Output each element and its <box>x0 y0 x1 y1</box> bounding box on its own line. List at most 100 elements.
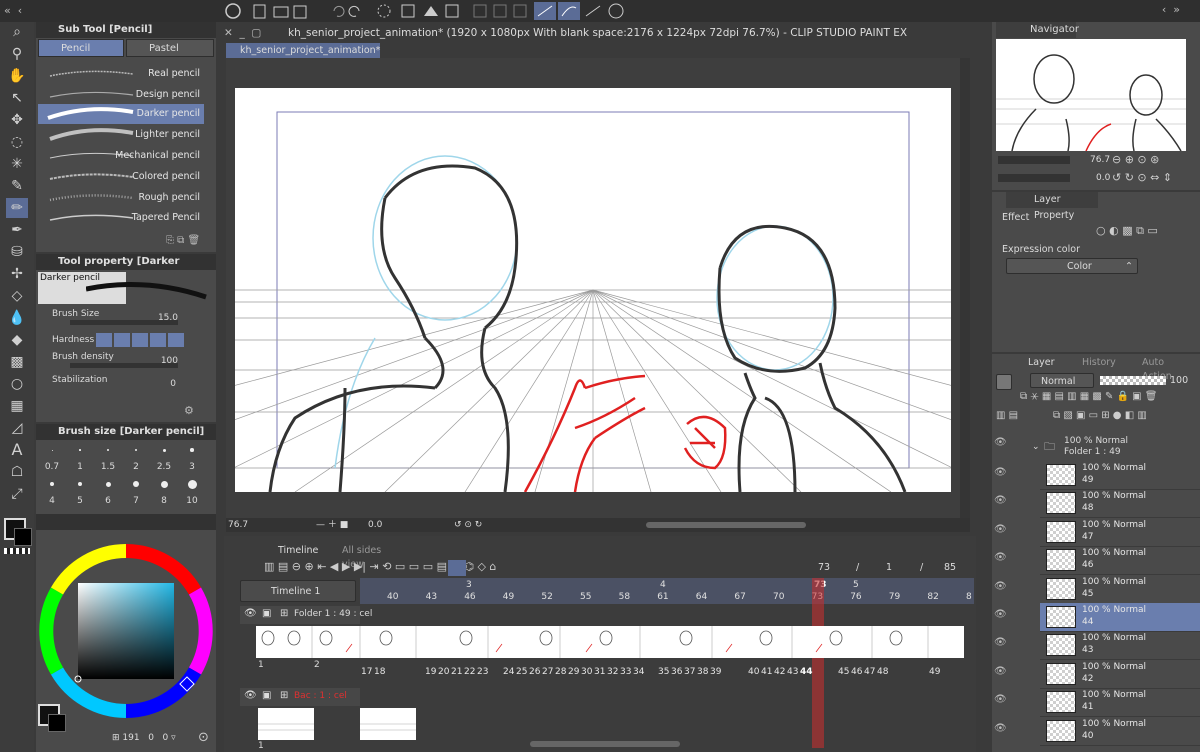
tab-layer-property[interactable]: Layer Property <box>1006 192 1098 221</box>
balloon-icon[interactable]: ☖ <box>6 462 28 482</box>
end-frame[interactable]: 85 <box>944 562 956 573</box>
brush-size-option[interactable]: 0.7 <box>38 442 66 476</box>
help-icon[interactable]: ⊙ <box>198 730 209 745</box>
opacity-value[interactable]: 100 <box>1170 375 1188 386</box>
tab-pastel[interactable]: Pastel <box>126 39 214 57</box>
layer-color-button[interactable] <box>996 374 1012 390</box>
layer-row[interactable]: 100 % Normal 44 <box>1040 603 1200 632</box>
rotate-controls[interactable]: ↺ ⊙ ↻ <box>454 518 482 532</box>
effect-buttons[interactable]: ○ ◐ ▩ ⧉ ▭ <box>1096 224 1186 240</box>
stabilization-value[interactable]: 0 <box>160 379 176 389</box>
layer-tabs[interactable]: Layer History Auto Action <box>1010 356 1190 382</box>
loop-button[interactable] <box>448 560 466 576</box>
brush-size-option[interactable]: 7 <box>122 476 150 510</box>
window-controls[interactable]: ✕ _ ▢ <box>224 27 261 39</box>
navigator-rotate-controls[interactable]: ↺ ↻ ⊙ ⇔ ⇕ <box>1112 171 1172 184</box>
track1-cels[interactable] <box>256 626 964 658</box>
track2-eye-icon[interactable]: 👁 <box>244 690 257 701</box>
folder-row[interactable]: ⌄ 🗀 100 % Normal Folder 1 : 49 <box>1028 436 1200 460</box>
magic-wand-icon[interactable]: ✳ <box>6 154 28 174</box>
layer-eye-icon[interactable]: 👁 <box>994 524 1010 538</box>
lasso-tool-icon[interactable]: ◌ <box>6 132 28 152</box>
figure-icon[interactable]: ○ <box>6 374 28 394</box>
tab-history[interactable]: History <box>1082 356 1116 370</box>
brush-size-value[interactable]: 15.0 <box>152 313 178 323</box>
tab-pencil[interactable]: Pencil <box>38 39 124 57</box>
brush-size-option[interactable]: 8 <box>150 476 178 510</box>
tab-timeline[interactable]: Timeline <box>278 544 318 558</box>
brush-darker-pencil[interactable]: Darker pencil <box>38 104 204 124</box>
command-bar-icons[interactable] <box>224 2 654 20</box>
navigator-zoom-slider[interactable] <box>998 156 1070 164</box>
navigator-preview[interactable] <box>996 39 1186 151</box>
layer-row[interactable]: 100 % Normal 45 <box>1040 575 1200 604</box>
brush-lighter-pencil[interactable]: Lighter pencil <box>38 125 204 145</box>
zoom-controls[interactable]: — ＋ ■ <box>316 518 348 532</box>
brush-design-pencil[interactable]: Design pencil <box>38 85 204 105</box>
canvas-tab[interactable]: kh_senior_project_animation* <box>226 43 380 58</box>
move-tool-icon[interactable]: ✥ <box>6 110 28 130</box>
layer-eye-icon[interactable]: 👁 <box>994 694 1010 708</box>
layer-toolbar-row2[interactable]: ▥ ▤ ⧉ ▧ ▣ ▭ ⊞ ● ◧ ▥ <box>996 410 1196 424</box>
sub-color-swatch[interactable] <box>14 528 32 546</box>
track1-eye-icon[interactable]: 👁 <box>244 608 257 619</box>
track2-cel-a[interactable] <box>258 708 314 740</box>
text-tool-icon[interactable]: A <box>6 440 28 460</box>
hand-tool-icon[interactable]: ✋ <box>6 66 28 86</box>
layer-eye-icon[interactable]: 👁 <box>994 467 1010 481</box>
brush-size-option[interactable]: 5 <box>66 476 94 510</box>
section-marker[interactable]: 3 <box>466 580 472 590</box>
fill-icon[interactable]: ◆ <box>6 330 28 350</box>
canvas-hscroll[interactable] <box>646 522 806 528</box>
section-marker[interactable]: 4 <box>660 580 666 590</box>
track2-plus-icon[interactable]: ⊞ <box>280 690 288 701</box>
layer-eye-icon[interactable]: 👁 <box>994 495 1010 509</box>
hardness-selector[interactable] <box>96 333 184 347</box>
layer-row[interactable]: 100 % Normal 49 <box>1040 461 1200 490</box>
tab-layer[interactable]: Layer <box>1028 356 1055 370</box>
brush-size-option[interactable]: 4 <box>38 476 66 510</box>
collapse-right-button[interactable]: ‹ » <box>1000 3 1180 19</box>
start-frame[interactable]: 1 <box>886 562 892 573</box>
track1-header[interactable]: 👁 ▣ ⊞ Folder 1 : 49 : cel <box>240 606 372 624</box>
layer-eye-icon[interactable]: 👁 <box>994 637 1010 651</box>
playhead[interactable] <box>812 578 824 748</box>
tab-navigator[interactable]: Navigator <box>996 22 1079 38</box>
sub-tool-footer-icons[interactable]: ⎘ ⧉ 🗑 <box>166 235 214 249</box>
brush-tapered-pencil[interactable]: Tapered Pencil <box>38 208 204 228</box>
navigator-zoom-value[interactable]: 76.7 <box>1090 155 1110 165</box>
brush-density-value[interactable]: 100 <box>152 356 178 366</box>
layer-eye-icon[interactable]: 👁 <box>994 552 1010 566</box>
status-rotation[interactable]: 0.0 <box>368 518 382 532</box>
ruler-icon[interactable]: ◿ <box>6 418 28 438</box>
eyedropper-icon[interactable]: ✎ <box>6 176 28 196</box>
canvas-vscroll[interactable] <box>960 58 970 518</box>
navigator-zoom-controls[interactable]: ⊖ ⊕ ⊙ ⊛ <box>1112 153 1159 166</box>
track2-header[interactable]: 👁 ▣ ⊞ Bac : 1 : cel <box>240 688 360 706</box>
layer-row[interactable]: 100 % Normal 43 <box>1040 631 1200 661</box>
brush-size-option[interactable]: 3 <box>178 442 206 476</box>
pencil-tool-icon[interactable]: ✏ <box>6 198 28 218</box>
zoom-tool-icon[interactable]: ⚲ <box>6 44 28 64</box>
layer-eye-icon[interactable]: 👁 <box>994 666 1010 680</box>
section-marker[interactable]: 5 <box>853 580 859 590</box>
folder-eye-icon[interactable]: 👁 <box>994 437 1010 451</box>
brush-real-pencil[interactable]: Real pencil <box>38 64 204 84</box>
timeline-name-select[interactable]: Timeline 1 <box>240 580 356 602</box>
layer-eye-icon[interactable]: 👁 <box>994 723 1010 737</box>
frame-icon[interactable]: ▦ <box>6 396 28 416</box>
layer-toolbar-row1[interactable]: ⧉ ⚹ ▦ ▤ ▥ ▦ ▩ ✎ 🔒 ▣ 🗑 <box>1020 391 1196 405</box>
layer-eye-icon[interactable]: 👁 <box>994 581 1010 595</box>
transparent-color-swatch[interactable] <box>4 548 30 554</box>
current-frame[interactable]: 73 <box>818 562 830 573</box>
layer-row[interactable]: 100 % Normal 41 <box>1040 688 1200 718</box>
brush-size-option[interactable]: 2.5 <box>150 442 178 476</box>
brush-size-option[interactable]: 6 <box>94 476 122 510</box>
folder-expand-icon[interactable]: ⌄ <box>1032 442 1040 452</box>
status-zoom[interactable]: 76.7 <box>228 518 248 532</box>
drawing-canvas[interactable] <box>235 88 951 492</box>
layer-eye-icon[interactable]: 👁 <box>994 609 1010 623</box>
decoration-icon[interactable]: ✢ <box>6 264 28 284</box>
gradient-icon[interactable]: ▩ <box>6 352 28 372</box>
layer-row[interactable]: 100 % Normal 40 <box>1040 717 1200 746</box>
